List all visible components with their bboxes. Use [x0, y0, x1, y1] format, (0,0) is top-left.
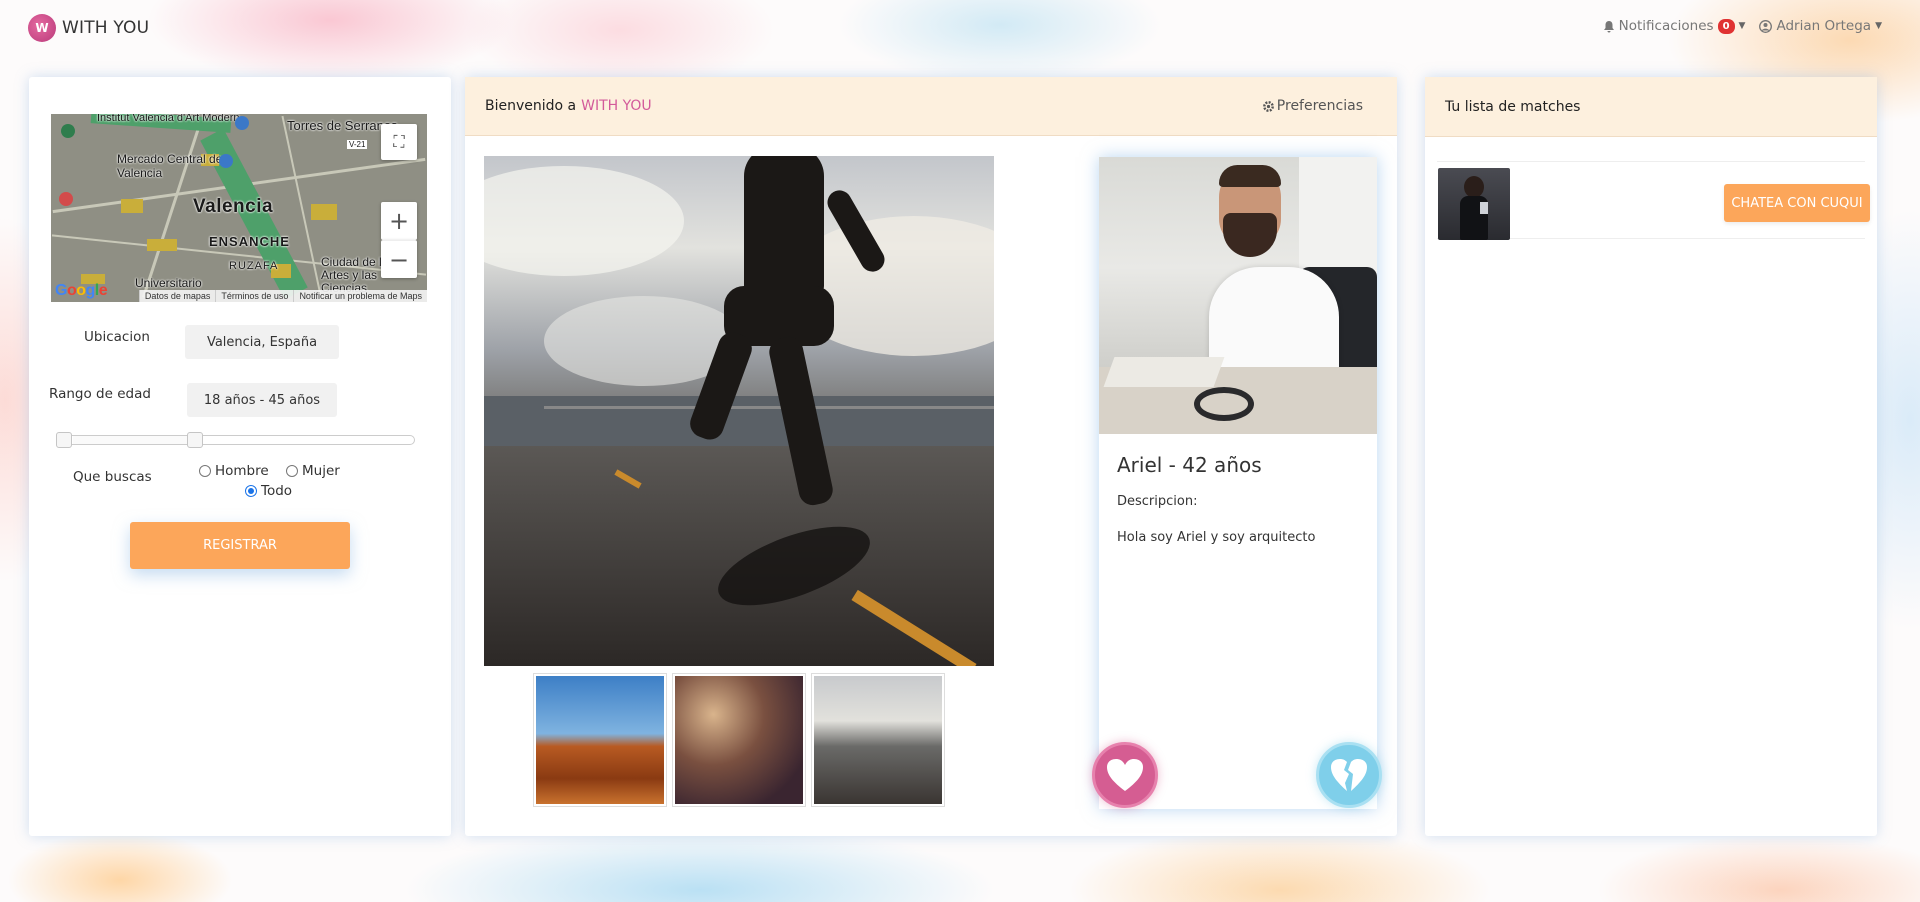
- radio-button[interactable]: [286, 465, 298, 477]
- google-logo: Google: [55, 282, 108, 299]
- nav-right: Notificaciones 0 ▼ Adrian Ortega ▼: [1603, 18, 1882, 34]
- map-pin-icon: [61, 124, 75, 138]
- profile-name: Ariel - 42 años: [1117, 453, 1262, 477]
- discover-card: Bienvenido a WITH YOU Preferencias Ariel…: [465, 77, 1397, 836]
- chevron-down-icon: ▼: [1738, 21, 1746, 31]
- map-data-link[interactable]: Datos de mapas: [138, 290, 216, 302]
- welcome-text: Bienvenido a: [485, 98, 577, 114]
- matches-header: Tu lista de matches: [1425, 77, 1877, 137]
- profile-description-label: Descripcion:: [1117, 494, 1198, 509]
- filters-card: Institut Valencià d'Art Modern Torres de…: [29, 77, 451, 836]
- map-block: [147, 239, 177, 251]
- map-block: [121, 199, 143, 213]
- map-terms-link[interactable]: Términos de uso: [215, 290, 293, 302]
- photo-notebook: [1103, 357, 1225, 387]
- main-photo: [484, 156, 994, 666]
- preferences-link[interactable]: Preferencias: [1262, 98, 1363, 114]
- radio-todo[interactable]: Todo: [245, 483, 292, 499]
- map-label: Universitario: [135, 276, 202, 290]
- photo-hair: [1219, 165, 1281, 187]
- user-circle-icon: [1759, 19, 1773, 33]
- thumbnail[interactable]: [811, 673, 945, 807]
- radio-button[interactable]: [245, 485, 257, 497]
- photo-beard: [1223, 213, 1277, 257]
- thumbnail[interactable]: [672, 673, 806, 807]
- top-navbar: W WITH YOU Notificaciones 0 ▼ Adrian Ort…: [0, 0, 1920, 56]
- avatar[interactable]: [1438, 168, 1510, 240]
- photo-runner: [744, 156, 824, 296]
- radio-button[interactable]: [199, 465, 211, 477]
- radio-label: Todo: [261, 483, 293, 499]
- fullscreen-icon[interactable]: ⛶: [381, 124, 417, 160]
- user-dropdown[interactable]: Adrian Ortega ▼: [1759, 18, 1882, 34]
- thumbnail-desert: [536, 676, 664, 804]
- map-label: ENSANCHE: [209, 234, 290, 249]
- heart-icon: [1107, 759, 1143, 791]
- avatar-phone: [1480, 202, 1488, 214]
- photo-cloud: [484, 166, 684, 276]
- location-label: Ubicacion: [84, 329, 150, 345]
- age-range-field: 18 años - 45 años: [187, 383, 337, 417]
- map-report-link[interactable]: Notificar un problema de Maps: [293, 290, 427, 302]
- age-slider-range: [73, 436, 203, 444]
- map-label: Mercado Central de Valencia: [117, 152, 223, 180]
- brand-name: WITH YOU: [62, 18, 150, 38]
- zoom-out-button[interactable]: −: [381, 240, 417, 278]
- chevron-down-icon: ▼: [1875, 21, 1882, 31]
- gear-icon: [1262, 100, 1274, 112]
- profile-card: Ariel - 42 años Descripcion: Hola soy Ar…: [1099, 157, 1377, 809]
- radio-mujer[interactable]: Mujer: [286, 463, 340, 479]
- dislike-button[interactable]: [1316, 742, 1382, 808]
- register-button[interactable]: REGISTRAR: [130, 522, 350, 569]
- map-pin-icon: [219, 154, 233, 168]
- map-label: Valencia: [193, 196, 274, 217]
- map-label: V-21: [347, 140, 368, 149]
- map-footer: Datos de mapas Términos de uso Notificar…: [138, 290, 427, 302]
- location-map[interactable]: Institut Valencià d'Art Modern Torres de…: [51, 114, 427, 302]
- brand[interactable]: W WITH YOU: [28, 14, 149, 42]
- user-name: Adrian Ortega: [1776, 18, 1872, 34]
- seeking-label: Que buscas: [73, 469, 152, 485]
- notifications-dropdown[interactable]: Notificaciones 0 ▼: [1603, 18, 1746, 34]
- age-min-handle[interactable]: [56, 432, 72, 448]
- age-max-handle[interactable]: [187, 432, 203, 448]
- match-item: CHATEA CON CUQUI: [1437, 161, 1870, 240]
- zoom-in-button[interactable]: +: [381, 202, 417, 240]
- chat-button[interactable]: CHATEA CON CUQUI: [1724, 184, 1870, 222]
- matches-card: Tu lista de matches CHATEA CON CUQUI: [1425, 77, 1877, 836]
- thumbnail[interactable]: [533, 673, 667, 807]
- thumbnail-party: [675, 676, 803, 804]
- broken-heart-icon: [1331, 759, 1367, 791]
- radio-label: Hombre: [215, 463, 269, 479]
- profile-description: Hola soy Ariel y soy arquitecto: [1117, 530, 1316, 545]
- profile-photo: [1099, 157, 1377, 434]
- photo-headphones: [1194, 387, 1254, 421]
- photo-rail: [544, 406, 994, 409]
- map-pin-icon: [235, 116, 249, 130]
- age-range-label: Rango de edad: [49, 386, 151, 402]
- like-button[interactable]: [1092, 742, 1158, 808]
- radio-hombre[interactable]: Hombre: [199, 463, 269, 479]
- notifications-badge: 0: [1717, 18, 1735, 34]
- preferences-label: Preferencias: [1276, 98, 1363, 114]
- logo-icon: W: [28, 14, 56, 42]
- discover-header: Bienvenido a WITH YOU Preferencias: [465, 77, 1397, 136]
- bell-icon: [1603, 20, 1614, 32]
- map-label: Institut Valencià d'Art Modern: [97, 114, 240, 124]
- welcome-brand: WITH YOU: [581, 98, 652, 114]
- radio-label: Mujer: [302, 463, 340, 479]
- avatar-head: [1464, 176, 1484, 198]
- map-pin-icon: [59, 192, 73, 206]
- map-block: [311, 204, 337, 220]
- location-field[interactable]: Valencia, España: [185, 325, 339, 359]
- thumbnail-runner: [814, 676, 942, 804]
- map-label: RUZAFA: [229, 260, 279, 272]
- matches-title: Tu lista de matches: [1445, 98, 1581, 115]
- notifications-label: Notificaciones: [1618, 18, 1714, 34]
